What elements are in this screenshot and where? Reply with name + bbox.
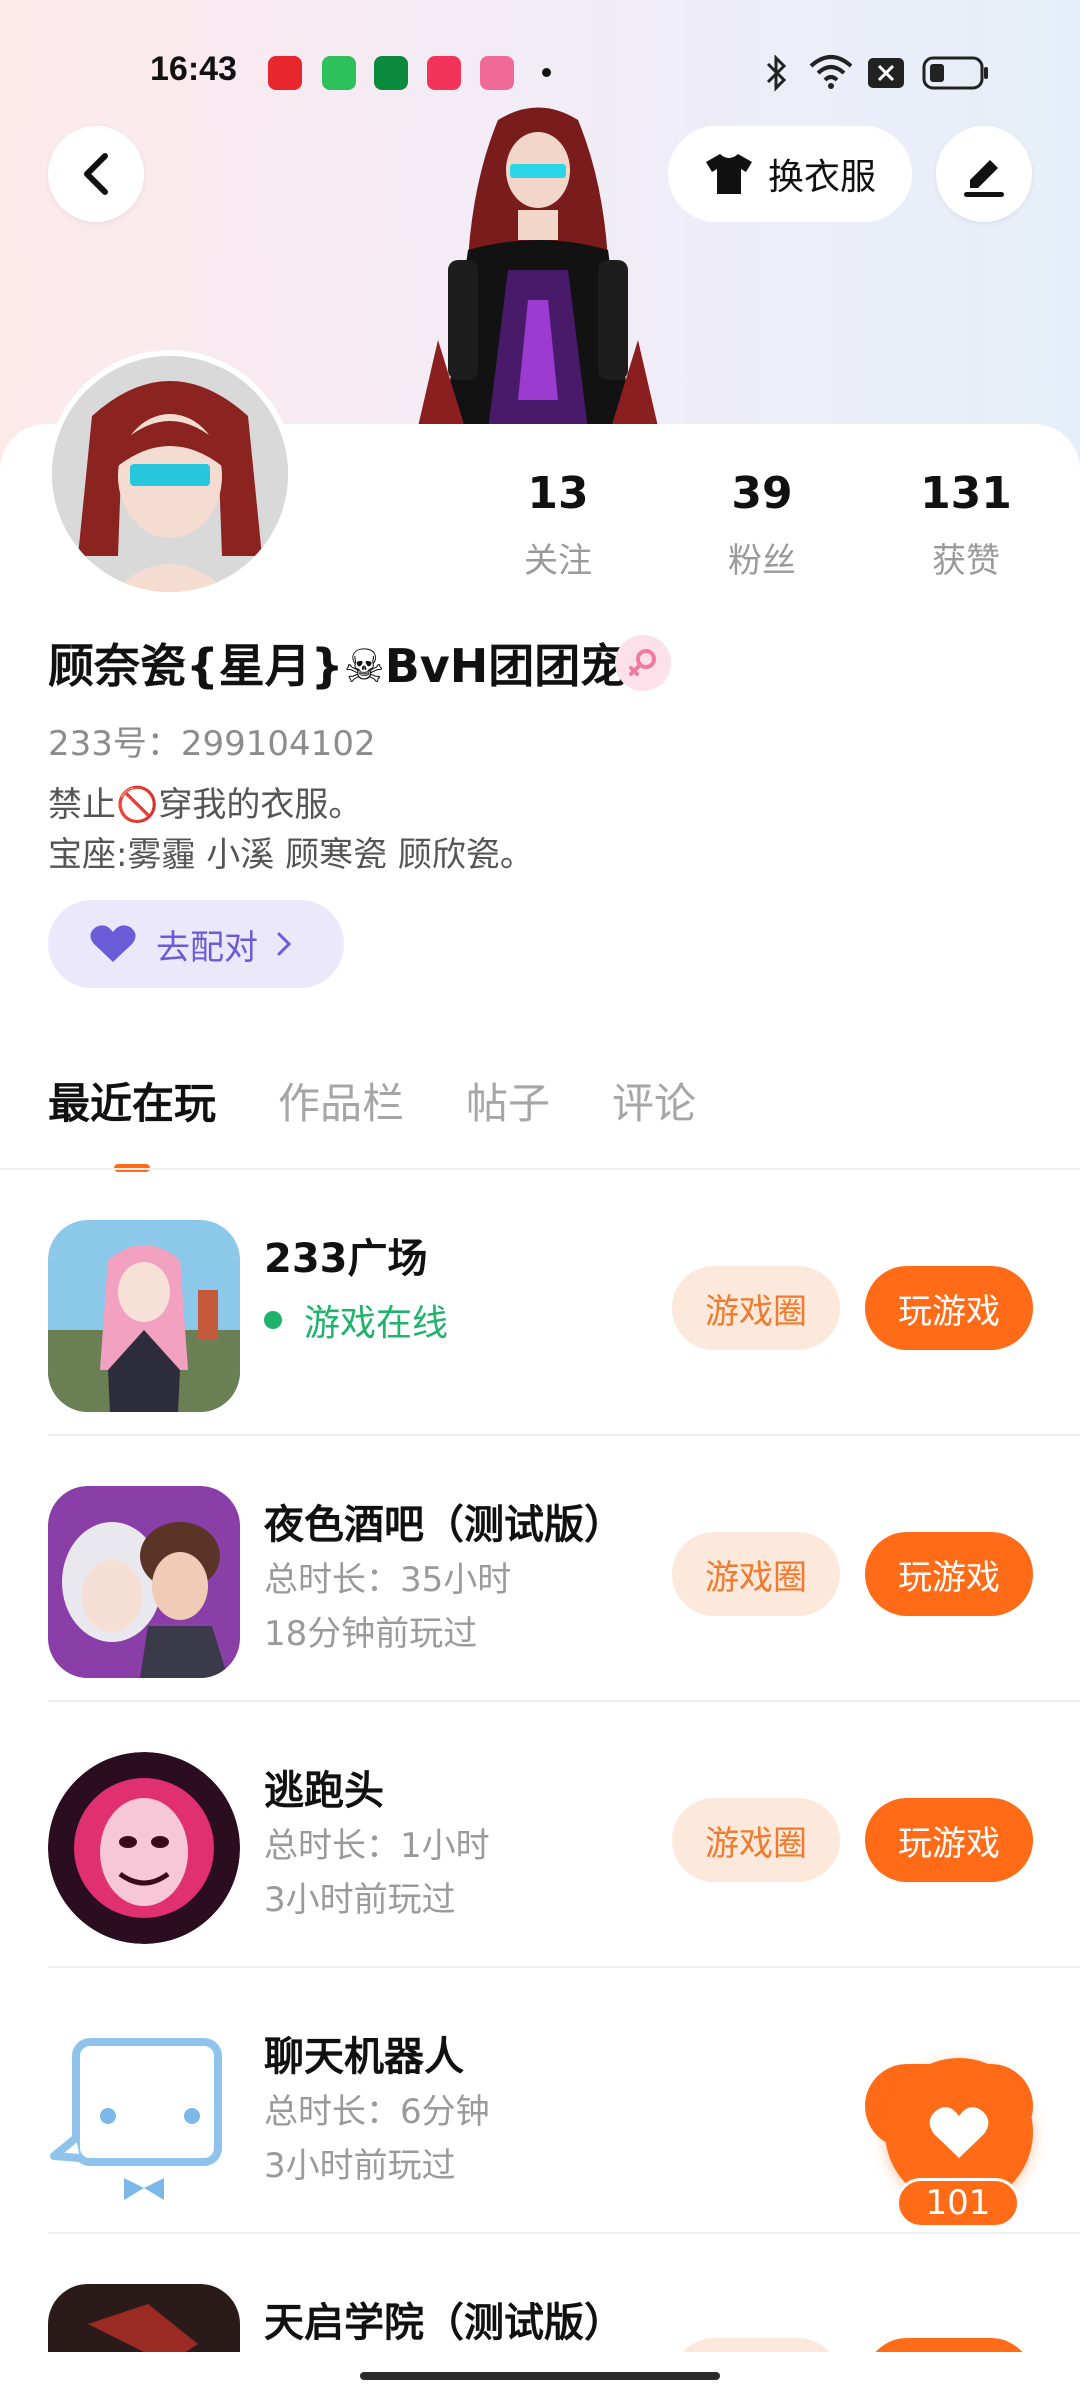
avatar[interactable] bbox=[46, 350, 294, 598]
user-id: 233号：299104102 bbox=[48, 724, 376, 764]
toutiao-notification-icon bbox=[268, 56, 302, 90]
play-game-button[interactable]: 玩游戏 bbox=[865, 1532, 1033, 1616]
stat-following[interactable]: 13 关注 bbox=[468, 468, 648, 582]
tab-works[interactable]: 作品栏 bbox=[278, 1070, 404, 1150]
go-match-button[interactable]: 去配对 bbox=[48, 900, 344, 988]
female-icon bbox=[629, 649, 656, 676]
bio-line-2: 宝座:雾霾 小溪 顾寒瓷 顾欣瓷。 bbox=[48, 835, 534, 875]
game-name: 233广场 bbox=[264, 1236, 428, 1282]
game-duration: 总时长：1小时 bbox=[264, 1826, 490, 1866]
game-icon-night-bar bbox=[48, 1486, 240, 1678]
tshirt-icon bbox=[705, 154, 752, 194]
list-item[interactable]: 233广场 游戏在线 游戏圈 玩游戏 bbox=[48, 1170, 1080, 1436]
play-game-button[interactable]: 玩游戏 bbox=[865, 1266, 1033, 1350]
game-duration: 总时长：6分钟 bbox=[264, 2092, 490, 2132]
go-match-label: 去配对 bbox=[156, 927, 258, 968]
female-gender-badge bbox=[615, 635, 671, 691]
online-label: 游戏在线 bbox=[304, 1303, 449, 1344]
game-name: 夜色酒吧（测试版） bbox=[264, 1502, 624, 1548]
video-notification-icon bbox=[427, 56, 461, 90]
game-circle-button[interactable]: 游戏圈 bbox=[672, 1266, 840, 1350]
more-notifications-dot bbox=[542, 68, 551, 77]
game-name: 天启学院（测试版） bbox=[264, 2300, 624, 2346]
like-count-badge: 101 bbox=[896, 2178, 1020, 2228]
game-icon-escape-head bbox=[48, 1752, 240, 1944]
edit-profile-button[interactable] bbox=[936, 126, 1032, 222]
game-name: 聊天机器人 bbox=[264, 2034, 464, 2080]
game-circle-button[interactable]: 游戏圈 bbox=[672, 1798, 840, 1882]
change-outfit-label: 换衣服 bbox=[767, 157, 876, 198]
status-bar: 16:43 bbox=[0, 40, 1080, 104]
avatar-3d-character[interactable] bbox=[388, 100, 688, 470]
list-item[interactable]: 天启学院（测试版） bbox=[48, 2234, 1080, 2354]
game-online-status: 游戏在线 bbox=[264, 1294, 448, 1346]
tab-recent-played[interactable]: 最近在玩 bbox=[48, 1070, 216, 1172]
stat-fans[interactable]: 39 粉丝 bbox=[672, 468, 852, 582]
edit-pencil-icon bbox=[964, 160, 1004, 197]
heart-match-icon bbox=[90, 925, 136, 962]
chevron-right-icon bbox=[277, 932, 292, 956]
avatar-portrait-image bbox=[52, 356, 288, 592]
profile-bio: 禁止🚫穿我的衣服。 宝座:雾霾 小溪 顾寒瓷 顾欣瓷。 bbox=[48, 780, 534, 880]
game-last-played: 18分钟前玩过 bbox=[264, 1614, 478, 1654]
change-outfit-button[interactable]: 换衣服 bbox=[668, 126, 912, 222]
chevron-left-icon bbox=[84, 153, 108, 195]
play-game-button[interactable]: 玩游戏 bbox=[865, 1798, 1033, 1882]
game-last-played: 3小时前玩过 bbox=[264, 2146, 456, 2186]
stat-likes-label: 获赞 bbox=[932, 541, 1000, 581]
status-time: 16:43 bbox=[150, 50, 237, 88]
profile-name: 顾奈瓷{星月}☠BvH团团宠 bbox=[48, 639, 627, 693]
game-icon-apocalypse-academy bbox=[48, 2284, 240, 2354]
tab-posts[interactable]: 帖子 bbox=[466, 1070, 550, 1150]
game-circle-button[interactable]: 游戏圈 bbox=[672, 1532, 840, 1616]
bio-line-1: 禁止🚫穿我的衣服。 bbox=[48, 785, 363, 825]
game-duration: 总时长：35小时 bbox=[264, 1560, 512, 1600]
stat-following-label: 关注 bbox=[524, 541, 592, 581]
list-item[interactable]: 逃跑头 总时长：1小时 3小时前玩过 游戏圈 玩游戏 bbox=[48, 1702, 1080, 1968]
stat-likes-count: 131 bbox=[920, 468, 1012, 519]
game-icon-chat-robot bbox=[48, 2018, 240, 2210]
stat-following-count: 13 bbox=[527, 468, 589, 519]
oppo-notification-icon bbox=[374, 56, 408, 90]
bluetooth-icon bbox=[766, 54, 787, 92]
battery-icon bbox=[922, 56, 988, 90]
game-name: 逃跑头 bbox=[264, 1768, 384, 1814]
tab-comments[interactable]: 评论 bbox=[612, 1070, 696, 1150]
stat-likes[interactable]: 131 获赞 bbox=[876, 468, 1056, 582]
stat-fans-count: 39 bbox=[731, 468, 793, 519]
stat-fans-label: 粉丝 bbox=[728, 541, 796, 581]
no-sim-icon bbox=[868, 58, 904, 88]
game-last-played: 3小时前玩过 bbox=[264, 1880, 456, 1920]
profile-tabs: 最近在玩 作品栏 帖子 评论 bbox=[48, 1070, 696, 1172]
heart-icon bbox=[929, 2107, 989, 2158]
wifi-icon bbox=[809, 55, 853, 89]
online-dot bbox=[264, 1311, 282, 1329]
home-indicator[interactable] bbox=[360, 2372, 720, 2380]
back-button[interactable] bbox=[48, 126, 144, 222]
game-icon-233-plaza bbox=[48, 1220, 240, 1412]
bilibili-notification-icon bbox=[480, 56, 514, 90]
list-item[interactable]: 夜色酒吧（测试版） 总时长：35小时 18分钟前玩过 游戏圈 玩游戏 bbox=[48, 1436, 1080, 1702]
shopping-notification-icon bbox=[322, 56, 356, 90]
